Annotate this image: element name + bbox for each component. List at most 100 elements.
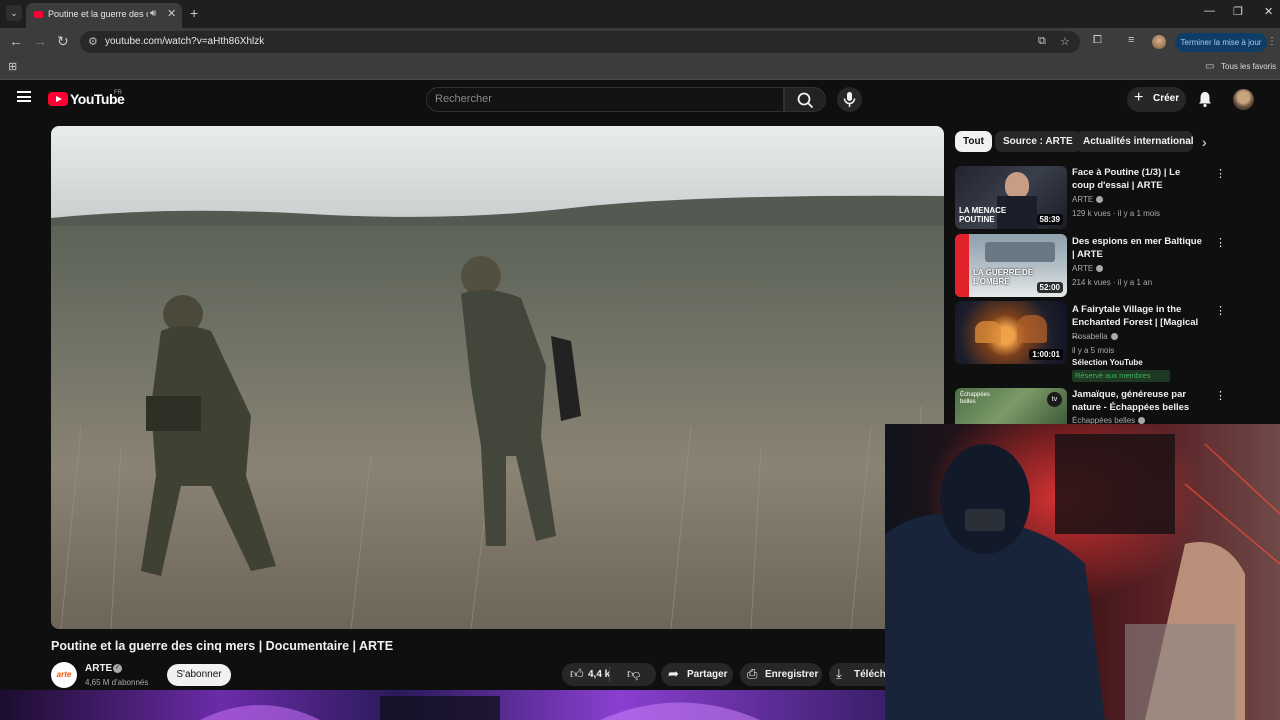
browser-tab-strip: ⌄ Poutine et la guerre des cinq mers | D…: [0, 0, 1280, 28]
portrait-shape: [1005, 172, 1029, 198]
bookmark-star-icon[interactable]: ☆: [1060, 35, 1070, 48]
share-icon: ➦: [668, 666, 679, 681]
divider: [609, 667, 610, 682]
related-title[interactable]: Des espions en mer Baltique | ARTE: [1072, 235, 1204, 261]
cast-icon[interactable]: ⧉: [1038, 35, 1046, 48]
related-thumbnail[interactable]: 1:00:01: [955, 301, 1067, 364]
notifications-bell-icon[interactable]: [1196, 90, 1214, 108]
related-channel[interactable]: ARTE: [1072, 195, 1104, 204]
folder-icon[interactable]: ▭: [1205, 61, 1214, 72]
verified-check-icon: [1096, 196, 1104, 204]
tab-search-button[interactable]: ⌄: [6, 5, 22, 21]
microphone-icon: [843, 92, 856, 107]
video-player[interactable]: [51, 126, 944, 629]
reload-button[interactable]: ↻: [57, 33, 69, 50]
video-frame[interactable]: [51, 126, 944, 629]
arte-logo-strip: [955, 234, 969, 297]
search-button[interactable]: [784, 87, 826, 112]
background-wallpaper-strip: [0, 690, 885, 720]
related-thumbnail[interactable]: LA MENACE POUTINE 58:39: [955, 166, 1067, 229]
video-title: Poutine et la guerre des cinq mers | Doc…: [51, 639, 394, 653]
save-button[interactable]: ⎙ Enregistrer: [740, 663, 822, 686]
related-meta: 214 k vues · il y a 1 an: [1072, 278, 1153, 287]
more-menu-icon[interactable]: ⋮: [1267, 36, 1277, 47]
address-bar[interactable]: ⚙︎ youtube.com/watch?v=aHth86Xhlzk ⧉ ☆: [80, 31, 1080, 53]
update-button[interactable]: Terminer la mise à jour: [1175, 33, 1267, 52]
url-text[interactable]: youtube.com/watch?v=aHth86Xhlzk: [105, 36, 264, 47]
verified-check-icon: [1138, 417, 1146, 424]
search-icon: [797, 92, 813, 108]
browser-tab-active[interactable]: Poutine et la guerre des cinq mers | Doc…: [26, 3, 182, 28]
more-actions-icon[interactable]: ⋮: [1215, 167, 1226, 180]
thumbs-down-icon[interactable]: 👎︎: [627, 666, 640, 682]
chip-world-news[interactable]: Actualités internationales: [1075, 131, 1193, 152]
thumbs-up-icon[interactable]: 👍︎: [570, 666, 584, 682]
share-label: Partager: [687, 669, 728, 680]
minimize-icon[interactable]: —: [1204, 5, 1215, 17]
chip-source-arte[interactable]: Source : ARTE: [995, 131, 1081, 152]
share-button[interactable]: ➦ Partager: [661, 663, 733, 686]
browser-toolbar: ← → ↻ ⚙︎ youtube.com/watch?v=aHth86Xhlzk…: [0, 28, 1280, 56]
save-label: Enregistrer: [765, 669, 819, 680]
members-badge-label: Réservé aux membres: [1075, 371, 1151, 380]
youtube-favicon-icon: [34, 11, 43, 18]
reading-list-icon[interactable]: ≡: [1128, 34, 1134, 46]
related-channel-name: ARTE: [1072, 264, 1094, 273]
search-input[interactable]: [435, 93, 765, 105]
country-code: FR: [114, 90, 122, 96]
channel-name[interactable]: ARTE: [85, 663, 112, 674]
related-meta: il y a 5 mois: [1072, 346, 1115, 355]
verified-check-icon: [1096, 265, 1104, 273]
members-only-badge: Réservé aux membres: [1072, 370, 1170, 382]
create-button[interactable]: + Créer: [1127, 87, 1186, 112]
related-channel-name: Rosabella: [1072, 332, 1108, 341]
chevron-right-icon[interactable]: ›: [1202, 134, 1207, 150]
tv-channel-logo-icon: tv: [1047, 392, 1062, 407]
extensions-icon[interactable]: ⧠: [1093, 34, 1102, 47]
close-window-icon[interactable]: ✕: [1264, 5, 1273, 18]
youtube-logo-icon[interactable]: [48, 92, 68, 106]
apps-grid-icon[interactable]: ⊞: [8, 60, 17, 73]
search-box[interactable]: [426, 87, 784, 112]
voice-search-button[interactable]: [837, 87, 862, 112]
maximize-icon[interactable]: ❐: [1233, 5, 1243, 18]
related-channel[interactable]: Échappées belles: [1072, 416, 1146, 424]
more-actions-icon[interactable]: ⋮: [1215, 389, 1226, 402]
video-duration: 1:00:01: [1029, 349, 1063, 360]
related-thumbnail[interactable]: LA GUERRE DE L'OMBRE 52:00: [955, 234, 1067, 297]
channel-avatar[interactable]: arte: [51, 662, 77, 688]
back-button[interactable]: ←: [9, 33, 23, 49]
more-actions-icon[interactable]: ⋮: [1215, 236, 1226, 249]
site-info-icon[interactable]: ⚙︎: [88, 35, 98, 48]
download-icon: ⤓: [836, 666, 842, 681]
download-button[interactable]: ⤓ Téléchar: [829, 663, 885, 686]
chip-all[interactable]: Tout: [955, 131, 992, 152]
more-actions-icon[interactable]: ⋮: [1215, 304, 1226, 317]
create-label: Créer: [1153, 93, 1180, 104]
tab-title: Poutine et la guerre des cinq mers | Doc…: [48, 9, 148, 19]
related-channel[interactable]: Rosabella: [1072, 332, 1118, 341]
speaker-icon[interactable]: 🔊︎: [150, 8, 156, 19]
close-tab-icon[interactable]: ✕: [167, 7, 176, 20]
related-title[interactable]: Face à Poutine (1/3) | Le coup d'essai |…: [1072, 166, 1204, 192]
related-thumbnail[interactable]: Échappées belles tv: [955, 388, 1067, 424]
house-shape: [975, 321, 1001, 343]
related-channel[interactable]: ARTE: [1072, 264, 1104, 273]
bookmark-icon: ⎙: [747, 666, 758, 681]
hamburger-menu-icon[interactable]: [17, 91, 31, 102]
account-avatar[interactable]: [1233, 89, 1254, 110]
thumbnail-caption: LA MENACE POUTINE: [959, 206, 1007, 224]
forward-button[interactable]: →: [33, 33, 47, 49]
browser-profile-avatar[interactable]: [1152, 35, 1166, 49]
related-meta: 129 k vues · il y a 1 mois: [1072, 209, 1161, 218]
related-title[interactable]: Jamaïque, généreuse par nature - Échappé…: [1072, 388, 1204, 414]
plus-icon: +: [1134, 89, 1144, 106]
house-shape: [1017, 315, 1047, 343]
like-count[interactable]: 4,4 k: [588, 669, 610, 680]
all-bookmarks-link[interactable]: Tous les favoris: [1221, 62, 1276, 71]
webcam-overlay: [885, 424, 1280, 720]
video-duration: 52:00: [1036, 282, 1063, 293]
subscribe-button[interactable]: S'abonner: [167, 664, 231, 686]
related-channel-name: ARTE: [1072, 195, 1094, 204]
new-tab-button[interactable]: +: [190, 5, 198, 21]
